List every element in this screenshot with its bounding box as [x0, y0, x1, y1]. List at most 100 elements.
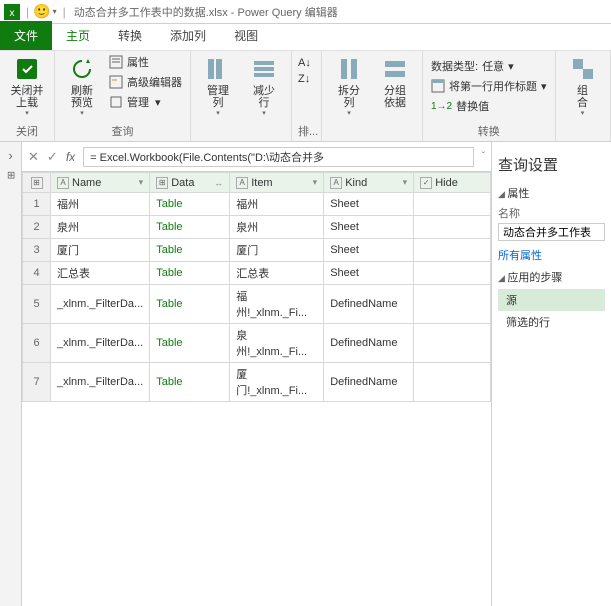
replace-values-button[interactable]: 1→2 替换值	[429, 97, 549, 115]
cell-kind[interactable]: DefinedName	[324, 324, 414, 363]
row-number[interactable]: 2	[23, 216, 51, 239]
cell-hidden[interactable]	[414, 216, 491, 239]
cell-hidden[interactable]	[414, 285, 491, 324]
chevron-down-icon: ▾	[80, 109, 84, 117]
sort-asc-button[interactable]: A↓	[298, 57, 311, 69]
cell-name[interactable]: 泉州	[51, 216, 150, 239]
col-hidden[interactable]: ✓Hide	[414, 173, 491, 193]
tab-transform[interactable]: 转换	[104, 21, 156, 50]
query-name-input[interactable]	[498, 223, 605, 241]
cell-data[interactable]: Table	[150, 216, 230, 239]
formula-cancel-button[interactable]: ✕	[28, 149, 39, 165]
corner-cell[interactable]: ⊞	[23, 173, 51, 193]
cell-data[interactable]: Table	[150, 239, 230, 262]
tab-file[interactable]: 文件	[0, 21, 52, 50]
cell-data[interactable]: Table	[150, 285, 230, 324]
settings-steps-header[interactable]: 应用的步骤	[498, 269, 605, 285]
split-column-button[interactable]: 拆分 列 ▾	[328, 53, 370, 119]
row-number[interactable]: 3	[23, 239, 51, 262]
cell-kind[interactable]: DefinedName	[324, 363, 414, 402]
table-row[interactable]: 7 _xlnm._FilterDa... Table 厦门!_xlnm._Fi.…	[23, 363, 491, 402]
col-name[interactable]: AName▾	[51, 173, 150, 193]
cell-name[interactable]: 福州	[51, 193, 150, 216]
sort-desc-button[interactable]: Z↓	[298, 73, 310, 85]
cell-item[interactable]: 福州!_xlnm._Fi...	[230, 285, 324, 324]
manage-columns-button[interactable]: 管理 列 ▾	[197, 53, 239, 119]
cell-name[interactable]: 汇总表	[51, 262, 150, 285]
table-row[interactable]: 2 泉州 Table 泉州 Sheet	[23, 216, 491, 239]
row-number[interactable]: 1	[23, 193, 51, 216]
cell-name[interactable]: _xlnm._FilterDa...	[51, 324, 150, 363]
cell-kind[interactable]: Sheet	[324, 216, 414, 239]
cell-data[interactable]: Table	[150, 324, 230, 363]
cell-hidden[interactable]	[414, 193, 491, 216]
first-row-header-button[interactable]: 将第一行用作标题 ▾	[429, 77, 549, 95]
properties-button[interactable]: 属性	[107, 53, 184, 71]
qat-dropdown-icon[interactable]: ▾	[53, 7, 57, 16]
manage-button[interactable]: 管理▾	[107, 93, 184, 111]
col-item[interactable]: AItem▾	[230, 173, 324, 193]
table-row[interactable]: 5 _xlnm._FilterDa... Table 福州!_xlnm._Fi.…	[23, 285, 491, 324]
col-data[interactable]: ⊞Data↔	[150, 173, 230, 193]
table-row[interactable]: 4 汇总表 Table 汇总表 Sheet	[23, 262, 491, 285]
cell-kind[interactable]: DefinedName	[324, 285, 414, 324]
settings-properties-header[interactable]: 属性	[498, 185, 605, 201]
fx-icon[interactable]: fx	[66, 150, 75, 164]
settings-title: 查询设置	[498, 154, 605, 175]
cell-item[interactable]: 厦门!_xlnm._Fi...	[230, 363, 324, 402]
advanced-editor-button[interactable]: 高级编辑器	[107, 73, 184, 91]
row-number[interactable]: 7	[23, 363, 51, 402]
cell-item[interactable]: 福州	[230, 193, 324, 216]
reduce-rows-button[interactable]: 减少 行 ▾	[243, 53, 285, 119]
combine-button[interactable]: 组 合 ▾	[562, 53, 604, 119]
step-source[interactable]: 源	[498, 289, 605, 311]
refresh-button[interactable]: 刷新 预览 ▾	[61, 53, 103, 119]
tab-home[interactable]: 主页	[52, 21, 104, 50]
cell-item[interactable]: 泉州	[230, 216, 324, 239]
type-text-icon: A	[330, 177, 342, 189]
cell-kind[interactable]: Sheet	[324, 262, 414, 285]
row-number[interactable]: 4	[23, 262, 51, 285]
groupby-button[interactable]: 分组 依据	[374, 53, 416, 111]
cell-name[interactable]: _xlnm._FilterDa...	[51, 285, 150, 324]
cell-data[interactable]: Table	[150, 363, 230, 402]
group-close: 关闭并 上载 ▾ 关闭	[0, 51, 55, 141]
cell-hidden[interactable]	[414, 239, 491, 262]
queries-pane-toggle[interactable]: ›	[8, 148, 12, 163]
cell-item[interactable]: 厦门	[230, 239, 324, 262]
cell-name[interactable]: _xlnm._FilterDa...	[51, 363, 150, 402]
expand-icon[interactable]: ↔	[214, 178, 223, 188]
cell-kind[interactable]: Sheet	[324, 239, 414, 262]
cell-data[interactable]: Table	[150, 262, 230, 285]
step-filter[interactable]: 筛选的行	[498, 311, 605, 333]
tab-view[interactable]: 视图	[220, 21, 272, 50]
formula-input[interactable]	[83, 147, 474, 167]
ribbon-tabs: 文件 主页 转换 添加列 视图	[0, 24, 611, 50]
cell-data[interactable]: Table	[150, 193, 230, 216]
datatype-button[interactable]: 数据类型: 任意 ▾	[429, 57, 549, 75]
table-row[interactable]: 3 厦门 Table 厦门 Sheet	[23, 239, 491, 262]
cell-hidden[interactable]	[414, 262, 491, 285]
row-number[interactable]: 5	[23, 285, 51, 324]
cell-kind[interactable]: Sheet	[324, 193, 414, 216]
col-kind[interactable]: AKind▾	[324, 173, 414, 193]
table-row[interactable]: 6 _xlnm._FilterDa... Table 泉州!_xlnm._Fi.…	[23, 324, 491, 363]
smiley-icon[interactable]: 🙂	[33, 3, 50, 20]
formula-expand-button[interactable]: ˇ	[482, 151, 485, 162]
tab-addcolumn[interactable]: 添加列	[156, 21, 220, 50]
cell-hidden[interactable]	[414, 324, 491, 363]
cell-item[interactable]: 泉州!_xlnm._Fi...	[230, 324, 324, 363]
filter-icon[interactable]: ▾	[313, 177, 318, 188]
data-grid[interactable]: ⊞ AName▾ ⊞Data↔ AItem▾ AKind▾ ✓Hide 1 福州…	[22, 172, 491, 606]
cell-item[interactable]: 汇总表	[230, 262, 324, 285]
table-row[interactable]: 1 福州 Table 福州 Sheet	[23, 193, 491, 216]
filter-icon[interactable]: ▾	[139, 177, 144, 188]
all-properties-link[interactable]: 所有属性	[498, 247, 605, 263]
queries-icon[interactable]: ⊞	[5, 171, 16, 179]
cell-hidden[interactable]	[414, 363, 491, 402]
close-load-button[interactable]: 关闭并 上载 ▾	[6, 53, 48, 119]
formula-confirm-button[interactable]: ✓	[47, 149, 58, 165]
cell-name[interactable]: 厦门	[51, 239, 150, 262]
row-number[interactable]: 6	[23, 324, 51, 363]
filter-icon[interactable]: ▾	[403, 177, 408, 188]
